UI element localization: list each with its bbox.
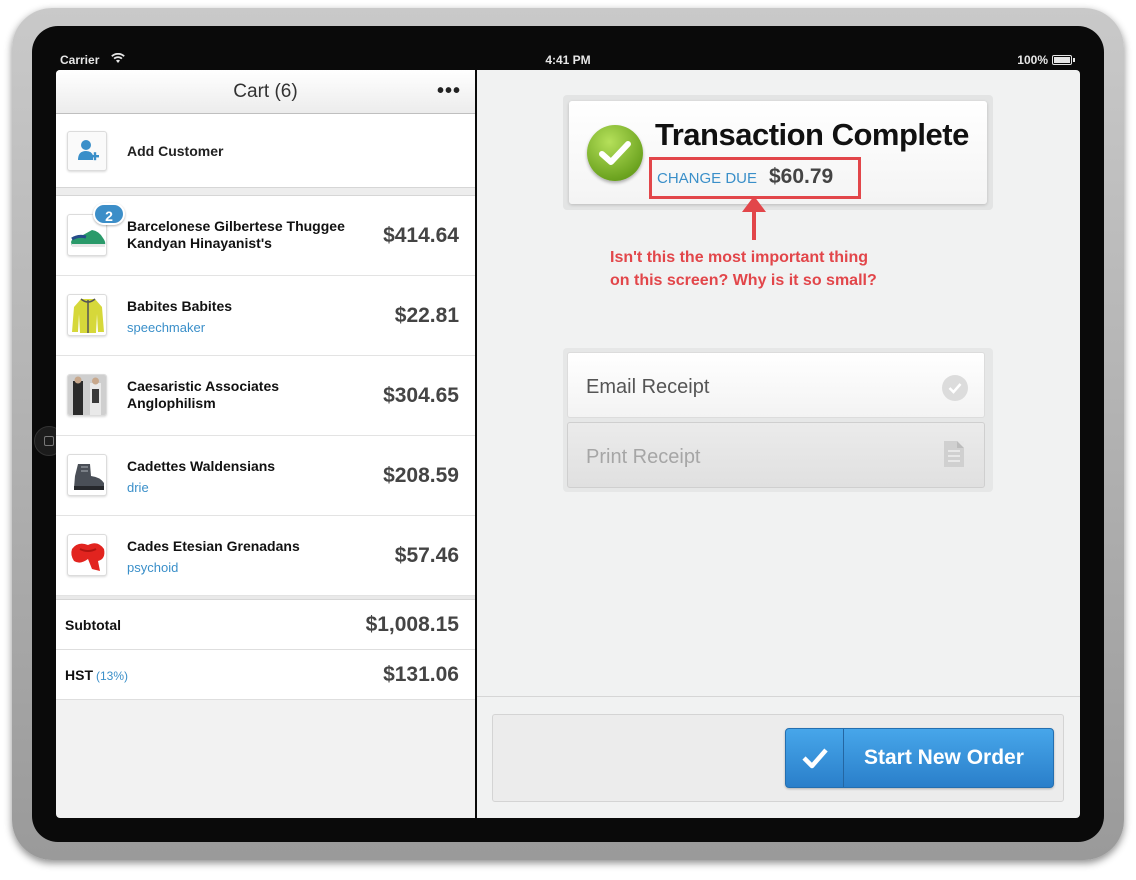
change-due-highlight-box: CHANGE DUE $60.79: [649, 157, 861, 199]
annotation-text: Isn't this the most important thing on t…: [610, 246, 950, 292]
tax-label: HST: [65, 667, 93, 683]
add-customer-label: Add Customer: [127, 143, 224, 159]
item-modifier: drie: [127, 480, 149, 495]
subtotal-label: Subtotal: [65, 617, 121, 633]
cart-item[interactable]: 2 Barcelonese Gilbertese Thuggee Kandyan…: [56, 196, 475, 276]
email-receipt-button[interactable]: Email Receipt: [567, 352, 985, 418]
add-customer-thumb: [67, 131, 107, 171]
transaction-complete-title: Transaction Complete: [655, 117, 969, 152]
tax-row: HST (13%) $131.06: [56, 650, 475, 700]
subtotal-row: Subtotal $1,008.15: [56, 600, 475, 650]
item-modifier: psychoid: [127, 560, 179, 575]
checkmark-icon: [786, 729, 844, 787]
cart-item[interactable]: Cadettes Waldensians drie $208.59: [56, 436, 475, 516]
print-receipt-button[interactable]: Print Receipt: [567, 422, 985, 488]
success-check-icon: [587, 125, 643, 181]
item-price: $22.81: [394, 304, 459, 327]
annotation-arrow-icon: [742, 196, 766, 240]
item-name: Barcelonese Gilbertese Thuggee Kandyan H…: [127, 218, 345, 251]
add-customer-row[interactable]: Add Customer: [56, 114, 475, 188]
fashion-thumbnail: [67, 374, 107, 416]
more-options-icon[interactable]: •••: [437, 80, 461, 103]
cart-header: Cart (6) •••: [56, 70, 475, 114]
transaction-panel: Transaction Complete CHANGE DUE $60.79 I…: [477, 70, 1080, 818]
scarf-thumbnail: [67, 534, 107, 576]
cart-item[interactable]: Cades Etesian Grenadans psychoid $57.46: [56, 516, 475, 596]
clock-label: 4:41 PM: [545, 53, 591, 67]
bottom-action-bar: Start New Order: [492, 714, 1064, 802]
battery-percent: 100%: [1017, 53, 1048, 67]
document-icon: [944, 441, 964, 467]
transaction-complete-inner: Transaction Complete CHANGE DUE $60.79: [569, 101, 987, 204]
jacket-thumbnail: [67, 294, 107, 336]
annotation-line-2: on this screen? Why is it so small?: [610, 272, 877, 289]
transaction-complete-card: Transaction Complete CHANGE DUE $60.79: [563, 95, 993, 210]
bottom-divider: [477, 696, 1080, 697]
tax-label-group: HST (13%): [65, 667, 128, 683]
add-user-icon: [78, 140, 99, 161]
cart-item[interactable]: Babites Babites speechmaker $22.81: [56, 276, 475, 356]
tax-rate: (13%): [96, 669, 129, 683]
item-name: Cadettes Waldensians: [127, 458, 276, 474]
item-name: Babites Babites: [127, 298, 233, 314]
receipt-options: Email Receipt Print Receipt: [563, 348, 993, 492]
status-bar: Carrier 4:41 PM 100%: [56, 50, 1080, 70]
item-price: $304.65: [383, 384, 459, 407]
tax-value: $131.06: [383, 663, 459, 686]
item-name: Caesaristic Associates Anglophilism: [127, 378, 280, 411]
start-new-order-label: Start New Order: [864, 746, 1024, 769]
section-divider: [56, 188, 475, 196]
cart-title: Cart (6): [233, 81, 298, 102]
item-price: $414.64: [383, 224, 459, 247]
email-receipt-label: Email Receipt: [586, 376, 710, 398]
print-receipt-label: Print Receipt: [586, 446, 701, 468]
item-price: $208.59: [383, 464, 459, 487]
subtotal-value: $1,008.15: [365, 613, 459, 636]
change-due-label: CHANGE DUE: [657, 170, 758, 187]
battery-icon: [1052, 55, 1075, 65]
check-circle-icon: [942, 375, 968, 401]
change-due-amount: $60.79: [769, 165, 834, 188]
start-new-order-button[interactable]: Start New Order: [785, 728, 1054, 788]
cart-panel: Cart (6) ••• Add Customer 2 Barcelonese …: [56, 70, 475, 818]
quantity-badge: 2: [93, 203, 125, 225]
item-price: $57.46: [394, 544, 459, 567]
cart-item[interactable]: Caesaristic Associates Anglophilism $304…: [56, 356, 475, 436]
annotation-line-1: Isn't this the most important thing: [610, 249, 869, 266]
item-name: Cades Etesian Grenadans: [127, 538, 300, 554]
boot-thumbnail: [67, 454, 107, 496]
item-modifier: speechmaker: [127, 320, 206, 335]
